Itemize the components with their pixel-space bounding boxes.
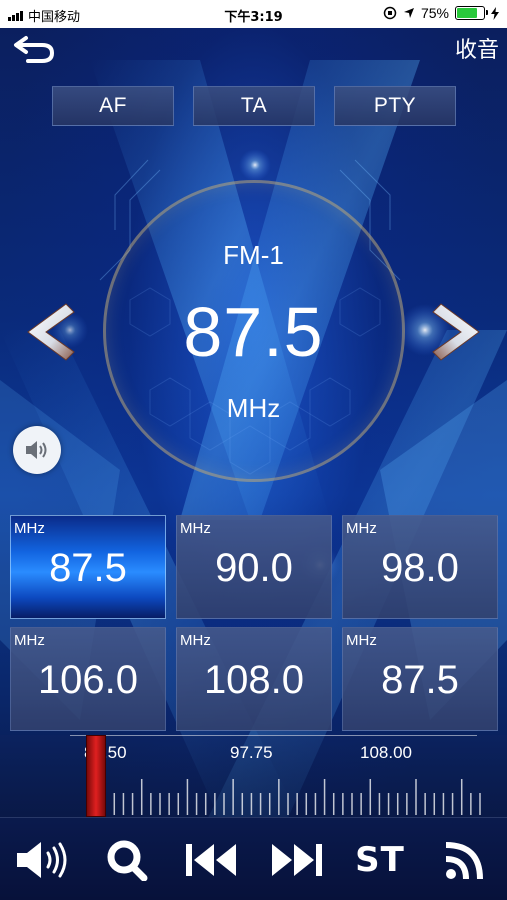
chevron-left-icon xyxy=(27,303,75,361)
battery-percent: 75% xyxy=(420,5,449,21)
back-button[interactable] xyxy=(12,34,58,64)
next-icon xyxy=(272,844,322,876)
preset-value: 98.0 xyxy=(381,546,459,590)
scale-ticks xyxy=(95,779,481,815)
pty-button[interactable]: PTY xyxy=(334,86,456,126)
search-button[interactable] xyxy=(104,838,152,882)
search-icon xyxy=(107,840,148,881)
speaker-button[interactable] xyxy=(13,426,61,474)
preset-unit: MHz xyxy=(346,520,377,537)
preset-unit: MHz xyxy=(14,632,45,649)
preset-2[interactable]: MHz 90.0 xyxy=(176,515,332,619)
location-icon xyxy=(403,8,414,18)
preset-5[interactable]: MHz 108.0 xyxy=(176,627,332,731)
preset-6[interactable]: MHz 87.5 xyxy=(342,627,498,731)
preset-value: 87.5 xyxy=(49,546,127,590)
stereo-icon: ST xyxy=(355,840,405,880)
stereo-button[interactable]: ST xyxy=(350,838,410,882)
battery-icon xyxy=(455,6,488,20)
frequency-unit: MHz xyxy=(226,393,281,423)
tuning-indicator[interactable] xyxy=(86,735,106,817)
signal-icon xyxy=(445,842,483,880)
signal-button[interactable] xyxy=(440,838,490,882)
preset-unit: MHz xyxy=(14,520,45,537)
bottom-control-bar: ST xyxy=(0,817,507,900)
af-button[interactable]: AF xyxy=(52,86,174,126)
speaker-icon xyxy=(26,441,47,459)
volume-icon xyxy=(17,842,67,878)
previous-button[interactable] xyxy=(184,838,240,882)
preset-value: 87.5 xyxy=(381,658,459,702)
status-right: 75% xyxy=(383,5,499,21)
preset-value: 106.0 xyxy=(37,658,139,702)
chevron-right-icon xyxy=(432,303,480,361)
tuning-scale[interactable]: 87.50 97.75 108.00 xyxy=(0,735,507,817)
charging-icon xyxy=(491,6,499,20)
preset-grid: MHz 87.5 MHz 90.0 MHz 98.0 MHz 106.0 MHz… xyxy=(10,515,498,731)
preset-value: 90.0 xyxy=(215,546,293,590)
preset-1[interactable]: MHz 87.5 xyxy=(10,515,166,619)
seek-down-button[interactable] xyxy=(22,300,78,364)
ta-button[interactable]: TA xyxy=(193,86,315,126)
mode-button-row: AF TA PTY xyxy=(52,86,456,126)
preset-unit: MHz xyxy=(180,632,211,649)
seek-up-button[interactable] xyxy=(429,300,485,364)
orientation-lock-icon xyxy=(383,6,397,20)
preset-unit: MHz xyxy=(346,632,377,649)
preset-3[interactable]: MHz 98.0 xyxy=(342,515,498,619)
band-label: FM-1 xyxy=(223,240,284,270)
previous-icon xyxy=(186,844,236,876)
back-arrow-icon xyxy=(14,36,55,63)
preset-value: 108.0 xyxy=(203,658,305,702)
preset-unit: MHz xyxy=(180,520,211,537)
preset-4[interactable]: MHz 106.0 xyxy=(10,627,166,731)
next-button[interactable] xyxy=(268,838,324,882)
status-bar: 中国移动 下午3:19 75% xyxy=(0,0,507,28)
page-title: 收音 xyxy=(454,38,499,63)
volume-button[interactable] xyxy=(14,838,74,882)
